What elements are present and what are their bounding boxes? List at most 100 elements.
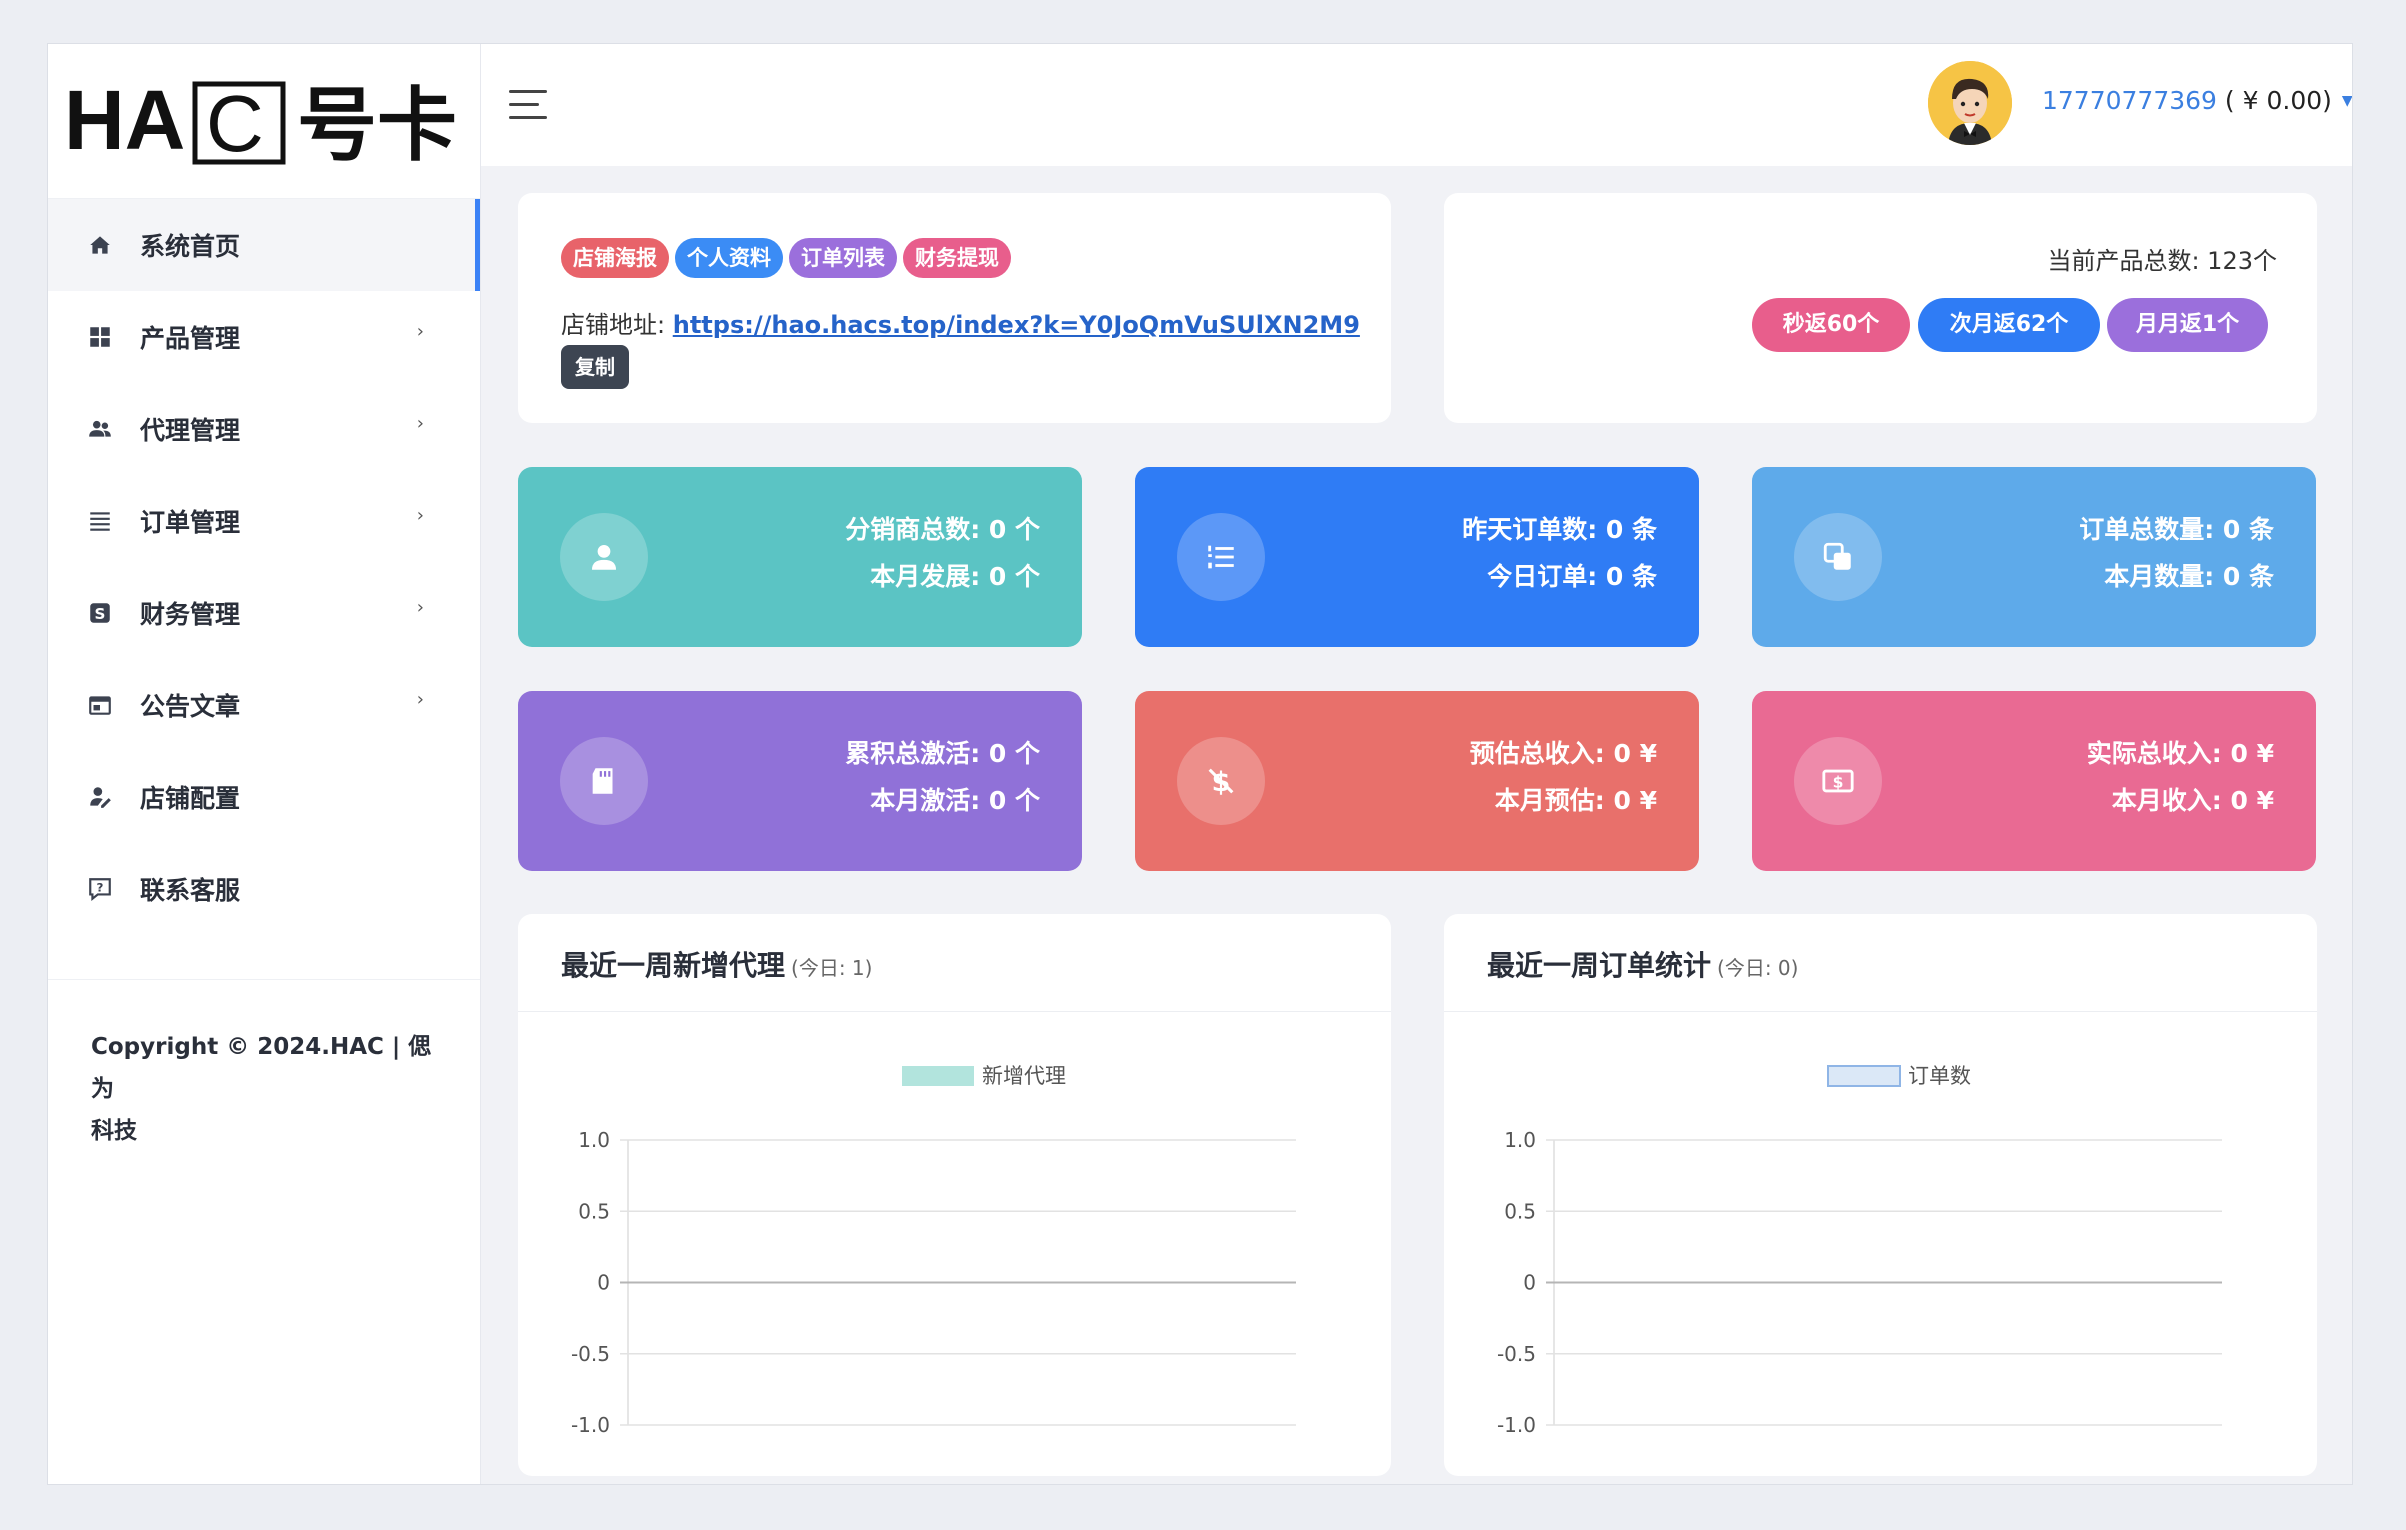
legend-swatch (1827, 1065, 1901, 1087)
menu-toggle-icon[interactable] (509, 90, 547, 120)
pill-monthly-return[interactable]: 月月返1个 (2107, 298, 2268, 352)
user-phone: 17770777369 (2042, 86, 2217, 115)
stat-primary: 预估总收入: 0 ¥ (1469, 739, 1657, 768)
y-tick-label: 0 (597, 1271, 610, 1295)
copyright-line1: Copyright © 2024.HAC | 偲为 (91, 1034, 432, 1102)
sidebar-item-label: 店铺配置 (140, 784, 241, 813)
shop-address-link[interactable]: https://hao.hacs.top/index?k=Y0JoQmVuSUl… (673, 311, 1360, 339)
shop-address: 店铺地址: https://hao.hacs.top/index?k=Y0JoQ… (561, 305, 1360, 340)
stat-card-4[interactable]: $ 预估总收入: 0 ¥ 本月预估: 0 ¥ (1135, 691, 1699, 871)
chevron-right-icon: › (416, 413, 424, 434)
agents-chart: 新增代理 1.0 0.5 0 -0.5 -1.0 (571, 1064, 1296, 1437)
tag-3[interactable]: 财务提现 (903, 238, 1011, 278)
stat-secondary: 本月数量: 0 条 (2104, 562, 2274, 591)
dollar-off-icon: $ (1177, 737, 1265, 825)
agents-chart-title: 最近一周新增代理 (561, 949, 786, 982)
chevron-down-icon: ▼ (2341, 93, 2353, 109)
sidebar-item-0[interactable]: 系统首页 (48, 199, 480, 291)
sidebar-item-label: 财务管理 (140, 600, 241, 629)
stat-card-1[interactable]: 昨天订单数: 0 条今日订单: 0 条 (1135, 467, 1699, 647)
user-menu[interactable]: 17770777369 ( ¥ 0.00) ▼ (2042, 86, 2353, 115)
y-tick-label: -0.5 (571, 1342, 610, 1366)
list-icon (86, 507, 114, 535)
svg-text:号卡: 号卡 (297, 79, 457, 171)
copy-button[interactable]: 复制 (561, 345, 629, 389)
product-card: 当前产品总数: 123个 秒返60个 次月返62个 月月返1个 (1444, 193, 2317, 423)
shop-card: 店铺海报 个人资料 订单列表 财务提现 店铺地址: https://hao.hacs.… (518, 193, 1391, 423)
top-header: 17770777369 ( ¥ 0.00) ▼ (481, 44, 2352, 166)
y-tick-label: 1.0 (578, 1128, 610, 1152)
sd-card-icon (560, 737, 648, 825)
stat-primary: 昨天订单数: 0 条 (1462, 515, 1657, 544)
svg-text:HA: HA (64, 73, 185, 167)
agents-chart-header: 最近一周新增代理 (今日: 1) (518, 914, 1391, 1012)
legend-label: 订单数 (1908, 1064, 1971, 1088)
chevron-right-icon: › (416, 321, 424, 342)
stat-secondary: 本月激活: 0 个 (870, 786, 1040, 815)
sidebar-item-label: 联系客服 (140, 876, 241, 905)
stat-card-3[interactable]: 累积总激活: 0 个本月激活: 0 个 (518, 691, 1082, 871)
tag-1[interactable]: 个人资料 (675, 238, 783, 278)
y-tick-label: 0.5 (1504, 1199, 1536, 1223)
stat-primary: 累积总激活: 0 个 (845, 739, 1040, 768)
svg-text:?: ? (97, 881, 104, 895)
copyright: Copyright © 2024.HAC | 偲为 科技 (48, 979, 480, 1152)
sidebar-nav: 系统首页 产品管理 › 代理管理 › 订单管理 › S 财务管理 › 公告文章 › 店铺配置? 联系客服 (48, 199, 480, 935)
stat-card-0[interactable]: 分销商总数: 0 个本月发展: 0 个 (518, 467, 1082, 647)
shop-address-label: 店铺地址: (561, 311, 666, 339)
user-icon (560, 513, 648, 601)
avatar-illustration (1928, 61, 2012, 145)
sidebar-item-label: 系统首页 (140, 232, 241, 261)
y-tick-label: 1.0 (1504, 1128, 1536, 1152)
orders-chart: 订单数 1.0 0.5 0 -0.5 -1.0 (1497, 1064, 2222, 1437)
copyright-line2: 科技 (91, 1118, 137, 1144)
help-message-icon: ? (86, 875, 114, 903)
logo[interactable]: HA C 号卡 (48, 44, 480, 199)
stat-primary: 分销商总数: 0 个 (845, 515, 1040, 544)
hac-logo: HA C 号卡 (64, 73, 457, 171)
chevron-right-icon: › (416, 689, 424, 710)
y-tick-label: 0.5 (578, 1199, 610, 1223)
grid-icon (86, 323, 114, 351)
chevron-right-icon: › (416, 597, 424, 618)
agents-chart-card: 最近一周新增代理 (今日: 1) 新增代理 1.0 0.5 0 -0.5 -1.0 (518, 914, 1391, 1476)
stat-primary: 实际总收入: 0 ¥ (2086, 739, 2274, 768)
tag-0[interactable]: 店铺海报 (561, 238, 669, 278)
sidebar-item-label: 产品管理 (140, 324, 241, 353)
stat-secondary: 本月收入: 0 ¥ (2111, 786, 2274, 815)
sidebar-item-3[interactable]: 订单管理 › (48, 475, 480, 567)
list-icon (1177, 513, 1265, 601)
legend-label: 新增代理 (982, 1064, 1066, 1088)
y-tick-label: 0 (1523, 1271, 1536, 1295)
stat-card-2[interactable]: 订单总数量: 0 条本月数量: 0 条 (1752, 467, 2316, 647)
stat-card-5[interactable]: $ 实际总收入: 0 ¥ 本月收入: 0 ¥ (1752, 691, 2316, 871)
pill-next-month-return[interactable]: 次月返62个 (1918, 298, 2100, 352)
svg-text:S: S (95, 605, 106, 623)
quick-tags: 店铺海报 个人资料 订单列表 财务提现 (561, 238, 1017, 278)
sidebar-item-4[interactable]: S 财务管理 › (48, 567, 480, 659)
sidebar-item-label: 订单管理 (140, 508, 241, 537)
dollar-square-icon: S (86, 599, 114, 627)
stat-secondary: 本月预估: 0 ¥ (1494, 786, 1657, 815)
orders-chart-card: 最近一周订单统计 (今日: 0) 订单数 1.0 0.5 0 -0.5 -1.0 (1444, 914, 2317, 1476)
sidebar-item-1[interactable]: 产品管理 › (48, 291, 480, 383)
product-total: 当前产品总数: 123个 (2047, 247, 2277, 275)
legend-swatch (902, 1066, 974, 1086)
sidebar-item-2[interactable]: 代理管理 › (48, 383, 480, 475)
sidebar-item-label: 公告文章 (140, 692, 241, 721)
sidebar-item-5[interactable]: 公告文章 › (48, 659, 480, 751)
tag-2[interactable]: 订单列表 (789, 238, 897, 278)
stat-secondary: 本月发展: 0 个 (870, 562, 1040, 591)
stat-secondary: 今日订单: 0 条 (1487, 562, 1657, 591)
sidebar: HA C 号卡 系统首页 产品管理 › 代理管理 › 订单管理 › S 财务管理 › 公告文章 › 店铺… (48, 44, 481, 1484)
y-tick-label: -0.5 (1497, 1342, 1536, 1366)
user-edit-icon (86, 783, 114, 811)
copy-icon (1794, 513, 1882, 601)
avatar[interactable] (1928, 61, 2012, 145)
sidebar-item-label: 代理管理 (140, 416, 241, 445)
pill-instant-return[interactable]: 秒返60个 (1752, 298, 1910, 352)
y-tick-label: -1.0 (571, 1413, 610, 1437)
svg-text:C: C (206, 79, 264, 168)
sidebar-item-7[interactable]: ? 联系客服 (48, 843, 480, 935)
sidebar-item-6[interactable]: 店铺配置 (48, 751, 480, 843)
